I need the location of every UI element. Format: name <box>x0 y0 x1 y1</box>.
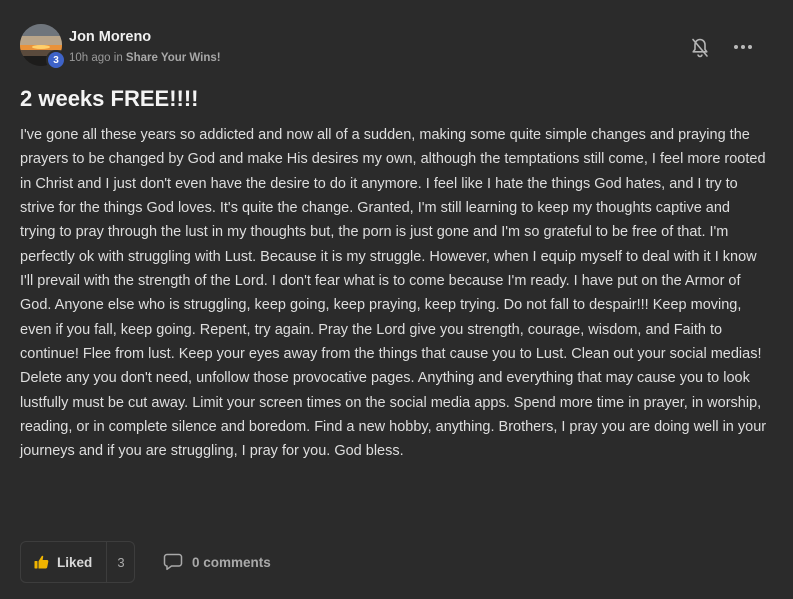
like-count[interactable]: 3 <box>107 542 135 582</box>
post-actions: Liked 3 0 comments <box>20 541 400 583</box>
like-button[interactable]: Liked 3 <box>20 541 135 583</box>
post-title: 2 weeks FREE!!!! <box>20 86 199 111</box>
comments-button[interactable]: 0 comments <box>163 541 271 583</box>
post-time: 10h ago <box>69 52 111 64</box>
level-badge: 3 <box>46 50 66 70</box>
bell-off-icon[interactable] <box>690 37 710 59</box>
more-horizontal-icon[interactable] <box>732 37 754 57</box>
like-toggle[interactable]: Liked <box>21 542 107 582</box>
post-card: 3 Jon Moreno 10h ago in Share Your Wins!… <box>0 0 793 599</box>
post-meta: 10h ago in Share Your Wins! <box>69 52 221 64</box>
author-name[interactable]: Jon Moreno <box>69 29 151 45</box>
comment-bubble-icon <box>163 553 183 571</box>
category-link[interactable]: Share Your Wins! <box>126 52 221 64</box>
post-body: I've gone all these years so addicted an… <box>20 127 767 460</box>
post-header: 3 Jon Moreno 10h ago in Share Your Wins! <box>20 24 773 70</box>
thumbs-up-icon <box>34 555 49 569</box>
comments-label: 0 comments <box>192 554 271 570</box>
like-label: Liked <box>57 554 93 570</box>
author-avatar-wrap[interactable]: 3 <box>20 24 66 70</box>
meta-in-word: in <box>110 52 126 64</box>
